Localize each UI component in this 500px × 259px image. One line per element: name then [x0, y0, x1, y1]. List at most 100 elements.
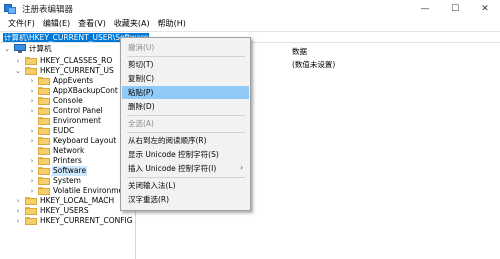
folder-icon [38, 77, 50, 85]
expand-icon[interactable]: › [14, 217, 22, 225]
tree-label: Environment [53, 116, 101, 125]
folder-icon [38, 137, 50, 145]
folder-icon [38, 87, 50, 95]
computer-icon [14, 44, 26, 54]
context-menu-separator [127, 56, 245, 57]
context-menu-delete[interactable]: 删除(D) [122, 100, 249, 113]
menu-file[interactable]: 文件(F) [4, 17, 39, 30]
context-menu: 撤消(U) 剪切(T) 复制(C) 粘贴(P) 删除(D) 全选(A) 从右到左… [120, 37, 251, 211]
expand-icon[interactable]: › [14, 207, 22, 215]
context-menu-separator [127, 115, 245, 116]
tree-label: HKEY_CURRENT_US [40, 66, 114, 75]
context-menu-separator [127, 132, 245, 133]
menu-view[interactable]: 查看(V) [74, 17, 110, 30]
context-menu-rtl-reading[interactable]: 从右到左的阅读顺序(R) [122, 134, 249, 147]
window-title: 注册表编辑器 [22, 4, 74, 15]
value-data-cell[interactable]: (数值未设置) [292, 59, 335, 70]
window-controls: — ☐ ✕ [410, 0, 500, 17]
tree-item-hkcc[interactable]: › HKEY_CURRENT_CONFIG [0, 216, 135, 226]
tree-item-appxbackup[interactable]: › AppXBackupCont [0, 86, 135, 96]
tree-item-hkcu[interactable]: ⌄ HKEY_CURRENT_US [0, 66, 135, 76]
tree-label: Volatile Environme [53, 186, 124, 195]
folder-icon [25, 197, 37, 205]
context-menu-undo[interactable]: 撤消(U) [122, 41, 249, 54]
context-menu-separator [127, 177, 245, 178]
tree-label: HKEY_USERS [40, 206, 89, 215]
minimize-button[interactable]: — [410, 0, 440, 17]
menu-bar: 文件(F) 编辑(E) 查看(V) 收藏夹(A) 帮助(H) [0, 17, 500, 30]
tree-label: EUDC [53, 126, 75, 135]
tree-item-environment[interactable]: Environment [0, 116, 135, 126]
folder-icon [25, 67, 37, 75]
folder-icon [38, 177, 50, 185]
tree-label: HKEY_CURRENT_CONFIG [40, 216, 133, 225]
tree-item-computer[interactable]: ⌄ 计算机 [0, 44, 135, 54]
tree-item-eudc[interactable]: › EUDC [0, 126, 135, 136]
tree-item-volatile-env[interactable]: › Volatile Environme [0, 186, 135, 196]
tree-label: System [53, 176, 81, 185]
tree-item-hku[interactable]: › HKEY_USERS [0, 206, 135, 216]
context-menu-insert-unicode[interactable]: 插入 Unicode 控制字符(I) › [122, 162, 249, 175]
tree-item-hkcr[interactable]: › HKEY_CLASSES_RO [0, 56, 135, 66]
folder-icon [25, 217, 37, 225]
folder-icon [38, 167, 50, 175]
tree-label: Keyboard Layout [53, 136, 117, 145]
tree-label: Printers [53, 156, 82, 165]
context-menu-close-ime[interactable]: 关闭输入法(L) [122, 179, 249, 192]
title-bar: 注册表编辑器 — ☐ ✕ [0, 0, 500, 17]
tree-label: AppEvents [53, 76, 94, 85]
tree-item-appevents[interactable]: › AppEvents [0, 76, 135, 86]
tree-label: Network [53, 146, 85, 155]
expand-icon[interactable]: › [28, 77, 36, 85]
folder-icon [38, 117, 50, 125]
column-header-data[interactable]: 数据 [292, 46, 307, 57]
tree-label: Control Panel [53, 106, 103, 115]
menu-edit[interactable]: 编辑(E) [39, 17, 74, 30]
folder-icon [38, 187, 50, 195]
context-menu-cut[interactable]: 剪切(T) [122, 58, 249, 71]
tree-pane[interactable]: ⌄ 计算机 › HKEY_CLASSES_RO ⌄ HKEY_CURRENT_U… [0, 44, 136, 259]
expand-icon[interactable]: › [28, 187, 36, 195]
tree-item-hklm[interactable]: › HKEY_LOCAL_MACH [0, 196, 135, 206]
folder-icon [25, 207, 37, 215]
tree-label: HKEY_CLASSES_RO [40, 56, 113, 65]
tree-label-selected: Software [52, 166, 88, 176]
collapse-icon[interactable]: ⌄ [3, 45, 11, 53]
folder-icon [38, 147, 50, 155]
folder-icon [38, 127, 50, 135]
tree-label: 计算机 [29, 44, 52, 53]
expand-icon[interactable]: › [28, 177, 36, 185]
context-menu-show-unicode[interactable]: 显示 Unicode 控制字符(S) [122, 148, 249, 161]
folder-icon [38, 97, 50, 105]
expand-icon[interactable]: › [14, 197, 22, 205]
tree-label: AppXBackupCont [53, 86, 118, 95]
expand-icon[interactable]: › [28, 157, 36, 165]
regedit-icon [4, 3, 16, 15]
context-menu-select-all[interactable]: 全选(A) [122, 117, 249, 130]
context-menu-reconvert[interactable]: 汉字重选(R) [122, 193, 249, 206]
submenu-arrow-icon: › [240, 164, 243, 172]
maximize-button[interactable]: ☐ [440, 0, 470, 17]
expand-icon[interactable]: › [28, 127, 36, 135]
tree-item-system[interactable]: › System [0, 176, 135, 186]
expand-icon[interactable]: › [28, 87, 36, 95]
tree-item-printers[interactable]: › Printers [0, 156, 135, 166]
collapse-icon[interactable]: ⌄ [14, 67, 22, 75]
context-menu-paste[interactable]: 粘贴(P) [122, 86, 249, 99]
menu-help[interactable]: 帮助(H) [154, 17, 190, 30]
context-menu-copy[interactable]: 复制(C) [122, 72, 249, 85]
tree-label: Console [53, 96, 83, 105]
tree-item-console[interactable]: › Console [0, 96, 135, 106]
context-menu-insert-unicode-label: 插入 Unicode 控制字符(I) [128, 164, 217, 173]
tree-item-keyboard-layout[interactable]: › Keyboard Layout [0, 136, 135, 146]
tree-item-control-panel[interactable]: › Control Panel [0, 106, 135, 116]
expand-icon[interactable]: › [28, 97, 36, 105]
close-button[interactable]: ✕ [470, 0, 500, 17]
tree-item-software[interactable]: › Software [0, 166, 135, 176]
menu-favorites[interactable]: 收藏夹(A) [110, 17, 154, 30]
expand-icon[interactable]: › [14, 57, 22, 65]
expand-icon[interactable]: › [28, 137, 36, 145]
expand-icon[interactable]: › [28, 167, 36, 175]
expand-icon[interactable]: › [28, 107, 36, 115]
tree-item-network[interactable]: Network [0, 146, 135, 156]
